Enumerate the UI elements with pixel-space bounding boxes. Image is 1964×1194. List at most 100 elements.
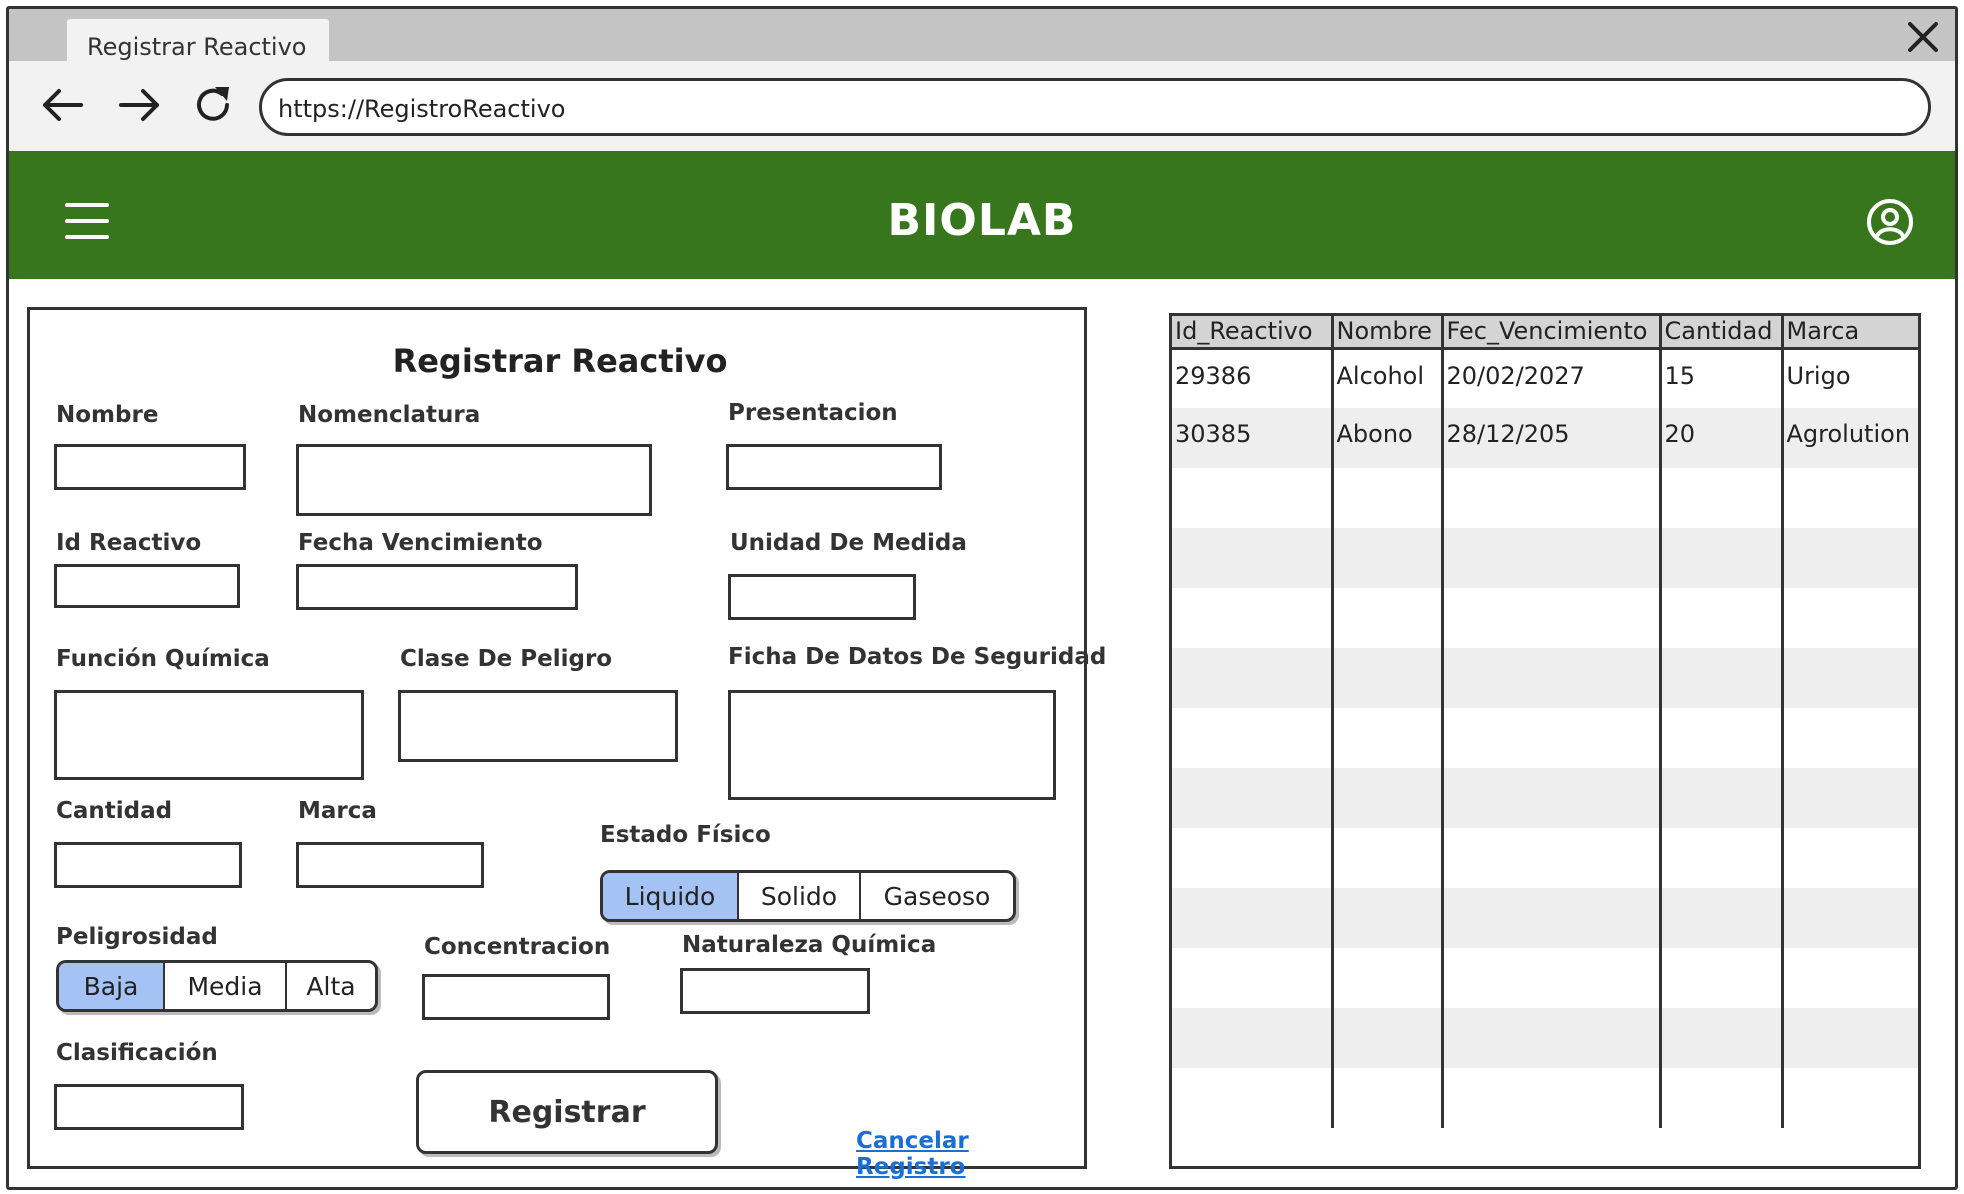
column-header-marca[interactable]: Marca	[1782, 316, 1918, 350]
peligrosidad-alta[interactable]: Alta	[287, 963, 375, 1009]
table-header-row: Id_Reactivo Nombre Fec_Vencimiento Canti…	[1172, 316, 1918, 350]
table-cell	[1172, 588, 1334, 648]
unidad-medida-input[interactable]	[728, 574, 916, 620]
table-cell	[1442, 1068, 1662, 1128]
table-row[interactable]	[1172, 828, 1918, 888]
table-cell	[1332, 648, 1444, 708]
table-cell	[1782, 588, 1918, 648]
table-cell	[1172, 828, 1334, 888]
cancelar-registro-link[interactable]: Cancelar Registro	[856, 1128, 1084, 1180]
table-cell	[1172, 948, 1334, 1008]
estado-fisico-gaseoso[interactable]: Gaseoso	[861, 873, 1013, 919]
fecha-vencimiento-input[interactable]	[296, 564, 578, 610]
table-cell	[1782, 768, 1918, 828]
nombre-input[interactable]	[54, 444, 246, 490]
table-cell	[1782, 528, 1918, 588]
column-header-nombre[interactable]: Nombre	[1332, 316, 1444, 350]
table-row[interactable]	[1172, 888, 1918, 948]
table-row[interactable]	[1172, 948, 1918, 1008]
column-header-fec-vencimiento[interactable]: Fec_Vencimiento	[1442, 316, 1662, 350]
table-cell: Abono	[1332, 408, 1444, 468]
peligrosidad-media[interactable]: Media	[165, 963, 287, 1009]
table-cell	[1782, 1068, 1918, 1128]
label-clase-peligro: Clase De Peligro	[400, 646, 613, 672]
table-cell: 15	[1660, 348, 1784, 408]
url-bar[interactable]: https://RegistroReactivo	[259, 78, 1931, 136]
table-cell: 28/12/205	[1442, 408, 1662, 468]
label-ficha-seguridad: Ficha De Datos De Seguridad	[728, 644, 1107, 670]
table-row[interactable]	[1172, 1008, 1918, 1068]
marca-input[interactable]	[296, 842, 484, 888]
estado-fisico-solido[interactable]: Solido	[739, 873, 861, 919]
table-row[interactable]	[1172, 588, 1918, 648]
table-row[interactable]	[1172, 528, 1918, 588]
cantidad-input[interactable]	[54, 842, 242, 888]
naturaleza-quimica-input[interactable]	[680, 968, 870, 1014]
table-cell	[1782, 648, 1918, 708]
table-cell	[1442, 468, 1662, 528]
presentacion-input[interactable]	[726, 444, 942, 490]
table-cell	[1660, 888, 1784, 948]
registrar-button[interactable]: Registrar	[416, 1070, 718, 1154]
table-row[interactable]	[1172, 708, 1918, 768]
clase-peligro-input[interactable]	[398, 690, 678, 762]
reload-icon[interactable]	[189, 81, 237, 129]
app-header: BIOLAB	[9, 151, 1955, 279]
tab-registrar-reactivo[interactable]: Registrar Reactivo	[67, 19, 329, 63]
label-concentracion: Concentracion	[424, 934, 611, 960]
estado-fisico-liquido[interactable]: Liquido	[603, 873, 739, 919]
reactivos-table: Id_Reactivo Nombre Fec_Vencimiento Canti…	[1169, 313, 1921, 1169]
table-row[interactable]: 30385 Abono 28/12/205 20 Agrolution	[1172, 408, 1918, 468]
table-row[interactable]	[1172, 1068, 1918, 1128]
table-cell	[1332, 948, 1444, 1008]
label-marca: Marca	[298, 798, 377, 824]
table-row[interactable]	[1172, 768, 1918, 828]
label-unidad-medida: Unidad De Medida	[730, 530, 967, 556]
table-cell	[1442, 648, 1662, 708]
table-cell	[1442, 528, 1662, 588]
table-cell: 30385	[1172, 408, 1334, 468]
label-cantidad: Cantidad	[56, 798, 173, 824]
table-cell	[1442, 768, 1662, 828]
id-reactivo-input[interactable]	[54, 564, 240, 608]
table-cell: 20	[1660, 408, 1784, 468]
table-cell	[1332, 468, 1444, 528]
table-row[interactable]: 29386 Alcohol 20/02/2027 15 Urigo	[1172, 348, 1918, 408]
nomenclatura-input[interactable]	[296, 444, 652, 516]
arrow-right-icon[interactable]	[115, 81, 163, 129]
table-cell	[1332, 1008, 1444, 1068]
clasificacion-input[interactable]	[54, 1084, 244, 1130]
close-icon[interactable]	[1905, 19, 1941, 55]
label-fecha-vencimiento: Fecha Vencimiento	[298, 530, 543, 556]
concentracion-input[interactable]	[422, 974, 610, 1020]
table-row[interactable]	[1172, 468, 1918, 528]
table-cell: 29386	[1172, 348, 1334, 408]
table-cell	[1660, 708, 1784, 768]
table-cell	[1172, 1008, 1334, 1068]
arrow-left-icon[interactable]	[39, 81, 87, 129]
table-cell	[1660, 1068, 1784, 1128]
table-row[interactable]	[1172, 648, 1918, 708]
column-header-id-reactivo[interactable]: Id_Reactivo	[1172, 316, 1334, 350]
table-cell: Agrolution	[1782, 408, 1918, 468]
table-cell	[1782, 1008, 1918, 1068]
table-cell	[1782, 948, 1918, 1008]
table-cell	[1332, 768, 1444, 828]
label-estado-fisico: Estado Físico	[600, 822, 771, 848]
label-clasificacion: Clasificación	[56, 1040, 218, 1066]
label-nomenclatura: Nomenclatura	[298, 402, 481, 428]
funcion-quimica-input[interactable]	[54, 690, 364, 780]
peligrosidad-baja[interactable]: Baja	[59, 963, 165, 1009]
tab-bar: Registrar Reactivo	[9, 9, 1955, 63]
label-presentacion: Presentacion	[728, 400, 898, 426]
table-cell	[1660, 648, 1784, 708]
column-header-cantidad[interactable]: Cantidad	[1660, 316, 1784, 350]
ficha-seguridad-input[interactable]	[728, 690, 1056, 800]
user-account-icon[interactable]	[1865, 197, 1915, 247]
table-cell	[1332, 828, 1444, 888]
table-cell	[1172, 708, 1334, 768]
label-naturaleza-quimica: Naturaleza Química	[682, 932, 937, 958]
table-cell: Urigo	[1786, 361, 1851, 390]
table-cell	[1332, 528, 1444, 588]
table-cell	[1782, 708, 1918, 768]
